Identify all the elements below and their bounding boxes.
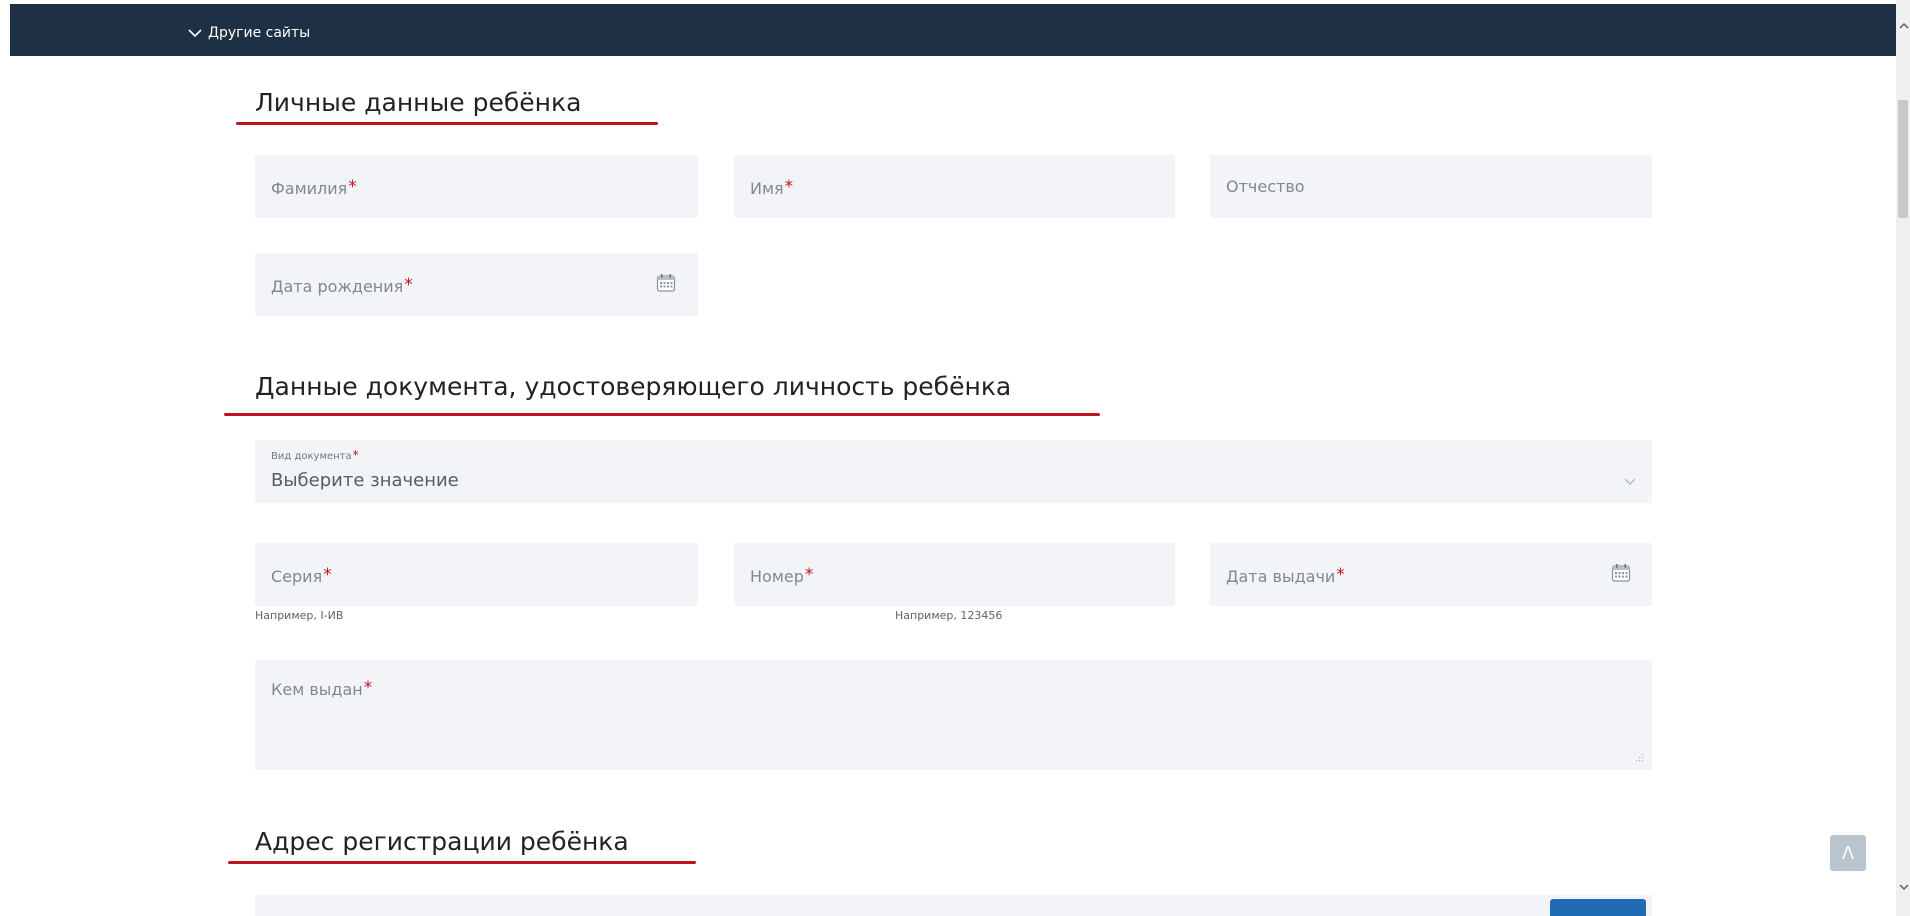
- birthdate-field[interactable]: Дата рождения*: [255, 253, 698, 316]
- patronymic-placeholder: Отчество: [1226, 177, 1305, 196]
- title-underline: [236, 122, 658, 125]
- number-field[interactable]: Номер*: [734, 543, 1175, 606]
- chevron-down-icon: [1624, 478, 1636, 485]
- section-title-personal: Личные данные ребёнка: [255, 88, 582, 117]
- document-type-label: Вид документа*: [271, 448, 359, 462]
- issued-by-textarea[interactable]: Кем выдан*: [255, 660, 1652, 770]
- scroll-down-arrow-icon[interactable]: [1899, 884, 1909, 891]
- other-sites-toggle[interactable]: Другие сайты: [188, 25, 310, 41]
- address-action-button[interactable]: [1550, 899, 1646, 916]
- arrow-up-icon: Λ: [1841, 842, 1855, 864]
- surname-placeholder: Фамилия*: [271, 177, 357, 198]
- birthdate-placeholder: Дата рождения*: [271, 275, 413, 296]
- name-placeholder: Имя*: [750, 177, 794, 198]
- issue-date-placeholder: Дата выдачи*: [1226, 565, 1345, 586]
- number-placeholder: Номер*: [750, 565, 814, 586]
- calendar-icon[interactable]: [1611, 563, 1631, 583]
- title-underline: [224, 413, 1100, 416]
- section-title-address: Адрес регистрации ребёнка: [255, 827, 629, 856]
- series-placeholder: Серия*: [271, 565, 332, 586]
- resize-grip-icon[interactable]: [1635, 753, 1644, 762]
- surname-field[interactable]: Фамилия*: [255, 155, 698, 218]
- scroll-up-arrow-icon[interactable]: [1899, 22, 1909, 29]
- issued-by-placeholder: Кем выдан*: [271, 678, 373, 699]
- scroll-to-top-button[interactable]: Λ: [1830, 835, 1866, 871]
- issue-date-field[interactable]: Дата выдачи*: [1210, 543, 1652, 606]
- calendar-icon[interactable]: [656, 273, 676, 293]
- patronymic-field[interactable]: Отчество: [1210, 155, 1652, 218]
- series-hint: Например, I-ИВ: [255, 609, 344, 622]
- other-sites-label: Другие сайты: [208, 25, 311, 41]
- scrollbar-thumb[interactable]: [1898, 100, 1908, 218]
- number-hint: Например, 123456: [895, 609, 1003, 622]
- section-title-document: Данные документа, удостоверяющего личнос…: [255, 372, 1012, 401]
- series-field[interactable]: Серия*: [255, 543, 698, 606]
- document-type-select[interactable]: Вид документа* Выберите значение: [255, 440, 1652, 503]
- document-type-value: Выберите значение: [271, 470, 459, 491]
- address-field[interactable]: [255, 895, 1652, 916]
- chevron-down-icon: [188, 29, 202, 37]
- top-navigation-bar: Другие сайты: [10, 4, 1898, 56]
- title-underline: [228, 861, 696, 864]
- name-field[interactable]: Имя*: [734, 155, 1175, 218]
